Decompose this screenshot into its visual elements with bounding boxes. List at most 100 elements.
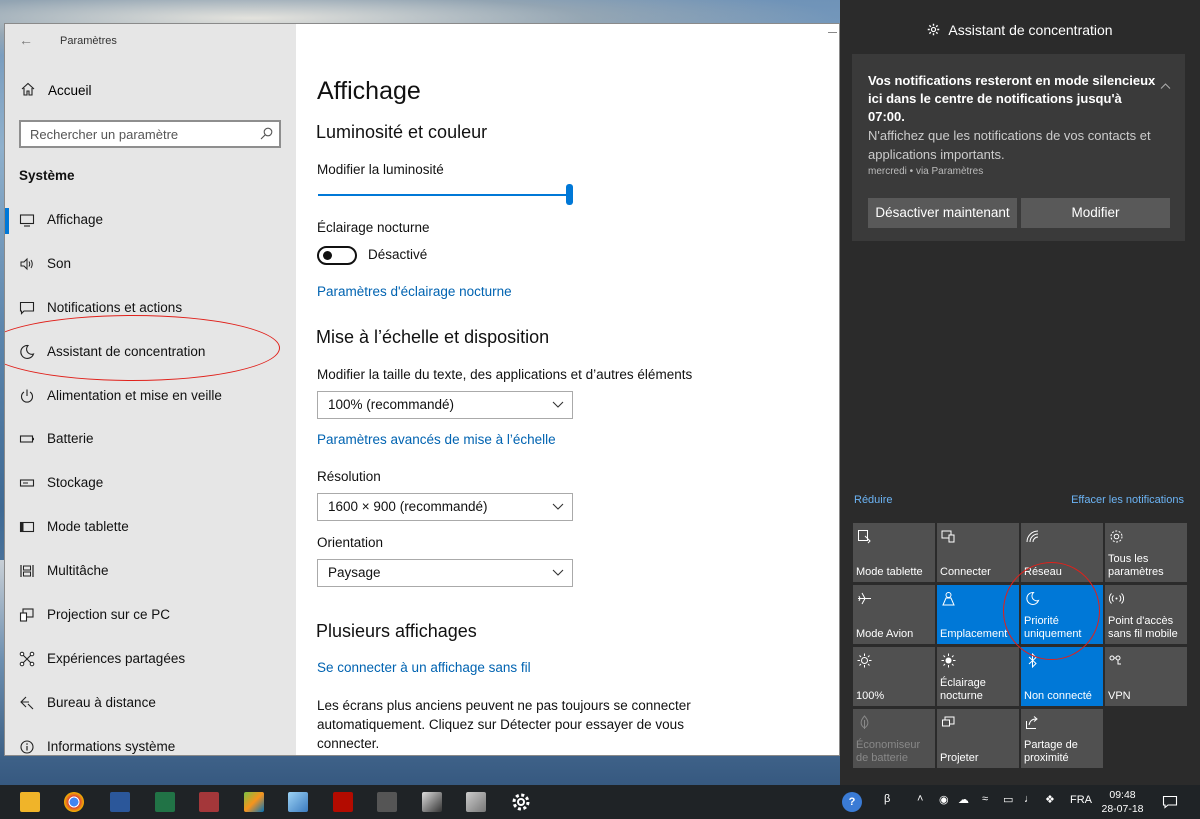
language-indicator[interactable]: FRA: [1070, 794, 1092, 812]
tile-partage-proximite[interactable]: Partage de proximité: [1021, 709, 1103, 768]
sidebar-item-informations[interactable]: Informations système: [5, 731, 296, 755]
notification-bold-text: Vos notifications resteront en mode sile…: [868, 73, 1156, 124]
action-center-header: Assistant de concentration: [840, 22, 1200, 38]
disable-now-button[interactable]: Désactiver maintenant: [868, 198, 1017, 228]
home-link[interactable]: Accueil: [5, 78, 296, 104]
tile-vpn[interactable]: VPN: [1105, 647, 1187, 706]
tile-label: Connecter: [940, 565, 991, 578]
brightness-label: Modifier la luminosité: [317, 162, 444, 177]
gear-icon: [928, 23, 940, 36]
app-title: Paramètres: [60, 35, 117, 47]
tile-eclairage-nocturne[interactable]: Éclairage nocturne: [937, 647, 1019, 706]
chrome-icon[interactable]: [64, 792, 84, 812]
orientation-value: Paysage: [328, 565, 381, 580]
tile-point-acces[interactable]: Point d'accès sans fil mobile: [1105, 585, 1187, 644]
tile-connecter[interactable]: Connecter: [937, 523, 1019, 582]
back-arrow-icon[interactable]: ←: [19, 32, 33, 48]
wifi-tray-icon[interactable]: ≈: [982, 793, 988, 811]
advanced-scale-link[interactable]: Paramètres avancés de mise à l’échelle: [317, 432, 556, 447]
tile-luminosite[interactable]: 100%: [853, 647, 935, 706]
sidebar-item-label: Mode tablette: [47, 519, 129, 535]
tile-label: Mode Avion: [856, 627, 914, 640]
sidebar-item-projection[interactable]: Projection sur ce PC: [5, 599, 296, 643]
file-explorer-icon[interactable]: [20, 792, 40, 812]
sidebar-item-label: Bureau à distance: [47, 694, 156, 710]
night-light-toggle[interactable]: [317, 246, 357, 265]
page-title: Affichage: [317, 77, 421, 105]
collapse-link[interactable]: Réduire: [854, 494, 893, 506]
wireless-display-link[interactable]: Se connecter à un affichage sans fil: [317, 660, 531, 675]
action-center-title: Assistant de concentration: [948, 22, 1113, 38]
app2-icon[interactable]: [422, 792, 442, 812]
info-icon: [20, 740, 34, 754]
clock[interactable]: 09:48 28-07-18: [1100, 788, 1145, 816]
brightness-slider-thumb[interactable]: [566, 184, 573, 205]
app-icon[interactable]: [377, 792, 397, 812]
record-icon[interactable]: ◉: [939, 793, 949, 811]
settings-icon[interactable]: [511, 792, 531, 812]
sidebar-item-experiences[interactable]: Expériences partagées: [5, 643, 296, 687]
sidebar-item-bureau-distance[interactable]: Bureau à distance: [5, 687, 296, 731]
tile-projeter[interactable]: Projeter: [937, 709, 1019, 768]
settings-sidebar: ← Paramètres Accueil Rechercher un param…: [5, 24, 296, 755]
sidebar-item-alimentation[interactable]: Alimentation et mise en veille: [5, 380, 296, 424]
tile-label: Non connecté: [1024, 689, 1092, 702]
hotspot-icon: [1109, 593, 1124, 604]
clear-notifications-link[interactable]: Effacer les notifications: [1071, 494, 1184, 506]
help-icon[interactable]: ?: [842, 792, 862, 812]
sidebar-item-label: Notifications et actions: [47, 299, 183, 315]
minimize-icon[interactable]: [828, 32, 837, 33]
resolution-select[interactable]: 1600 × 900 (recommandé): [317, 493, 573, 521]
battery-tray-icon[interactable]: ▭: [1003, 793, 1013, 811]
notification-center-icon[interactable]: [1162, 794, 1178, 810]
chevron-up-icon[interactable]: [1160, 82, 1171, 90]
resolution-value: 1600 × 900 (recommandé): [328, 499, 488, 514]
search-placeholder: Rechercher un paramètre: [30, 127, 179, 142]
cloud-icon[interactable]: ☁: [958, 793, 969, 811]
word-icon[interactable]: [110, 792, 130, 812]
acrobat-icon[interactable]: [333, 792, 353, 812]
notification-card[interactable]: Vos notifications resteront en mode sile…: [852, 54, 1185, 241]
action-center: Assistant de concentration Vos notificat…: [840, 0, 1200, 785]
sidebar-item-tablette[interactable]: Mode tablette: [5, 511, 296, 555]
vpn-icon: [1109, 655, 1121, 665]
scale-label: Modifier la taille du texte, des applica…: [317, 367, 693, 382]
scale-section-title: Mise à l’échelle et disposition: [316, 327, 550, 347]
excel-icon[interactable]: [155, 792, 175, 812]
modify-button[interactable]: Modifier: [1021, 198, 1170, 228]
tile-mode-tablette[interactable]: Mode tablette: [853, 523, 935, 582]
sidebar-item-batterie[interactable]: Batterie: [5, 423, 296, 467]
monitor-icon: [19, 214, 35, 227]
notepad-icon[interactable]: [288, 792, 308, 812]
display-page: Affichage Luminosité et couleur Modifier…: [296, 24, 839, 755]
dropbox-icon[interactable]: ❖: [1045, 793, 1055, 811]
shared-icon: [19, 651, 35, 667]
night-light-settings-link[interactable]: Paramètres d'éclairage nocturne: [317, 284, 512, 299]
sidebar-item-son[interactable]: Son: [5, 248, 296, 292]
brightness-section-title: Luminosité et couleur: [316, 122, 488, 142]
storage-icon: [19, 479, 35, 487]
sidebar-item-multitache[interactable]: Multitâche: [5, 555, 296, 599]
brightness-slider-track[interactable]: [318, 194, 573, 196]
tile-label: Point d'accès sans fil mobile: [1108, 615, 1178, 640]
scale-value: 100% (recommandé): [328, 397, 455, 412]
orientation-select[interactable]: Paysage: [317, 559, 573, 587]
paint-icon[interactable]: [244, 792, 264, 812]
app3-icon[interactable]: [466, 792, 486, 812]
tile-tous-parametres[interactable]: Tous les paramètres: [1105, 523, 1187, 582]
access-icon[interactable]: [199, 792, 219, 812]
search-icon: [260, 127, 273, 140]
orientation-label: Orientation: [317, 535, 384, 550]
sidebar-item-stockage[interactable]: Stockage: [5, 467, 296, 511]
tablet-icon: [19, 522, 35, 533]
people-icon[interactable]: β: [884, 793, 890, 811]
search-input[interactable]: Rechercher un paramètre: [19, 120, 281, 148]
scale-select[interactable]: 100% (recommandé): [317, 391, 573, 419]
notification-meta: mercredi • via Paramètres: [868, 166, 984, 177]
volume-icon[interactable]: ♩: [1024, 793, 1035, 811]
tile-economiseur[interactable]: Économiseur de batterie: [853, 709, 935, 768]
tile-mode-avion[interactable]: Mode Avion: [853, 585, 935, 644]
chevron-up-icon[interactable]: ˄: [917, 793, 923, 811]
taskbar: ? β ˄ ◉ ☁ ≈ ▭ ♩ ❖ FRA 09:48 28-07-18: [0, 785, 1200, 819]
sidebar-item-affichage[interactable]: Affichage: [5, 204, 296, 248]
